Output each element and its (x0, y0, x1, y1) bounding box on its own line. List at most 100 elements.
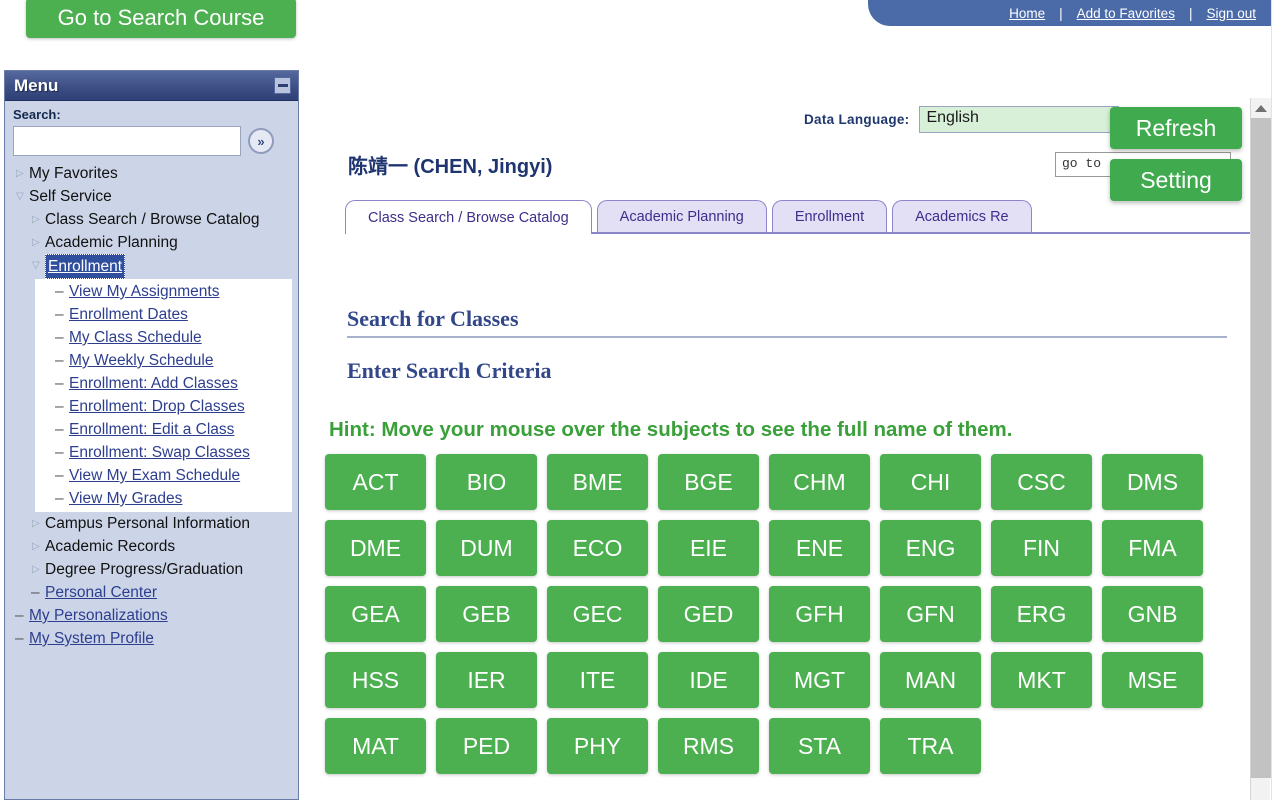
subject-button-eie[interactable]: EIE (658, 520, 759, 576)
chevron-right-icon[interactable]: ▷ (31, 231, 45, 254)
subject-button-mse[interactable]: MSE (1102, 652, 1203, 708)
tab-academic-planning[interactable]: Academic Planning (597, 200, 767, 232)
tree-item-degree-progress-graduation[interactable]: ▷ Degree Progress/Graduation (13, 558, 294, 581)
subject-button-csc[interactable]: CSC (991, 454, 1092, 510)
tree-leaf-view-my-grades[interactable]: – View My Grades (35, 487, 292, 510)
subject-button-gfn[interactable]: GFN (880, 586, 981, 642)
add-to-favorites-link[interactable]: Add to Favorites (1063, 6, 1189, 21)
tree-item-campus-personal-information[interactable]: ▷ Campus Personal Information (13, 512, 294, 535)
subject-button-gec[interactable]: GEC (547, 586, 648, 642)
subject-button-erg[interactable]: ERG (991, 586, 1092, 642)
subject-button-ene[interactable]: ENE (769, 520, 870, 576)
subject-button-chi[interactable]: CHI (880, 454, 981, 510)
tree-leaf-view-my-exam-schedule[interactable]: – View My Exam Schedule (35, 464, 292, 487)
subject-button-ped[interactable]: PED (436, 718, 537, 774)
chevron-right-icon[interactable]: ▷ (15, 162, 29, 185)
tree-leaf-label[interactable]: Enrollment: Drop Classes (69, 395, 245, 418)
subject-button-act[interactable]: ACT (325, 454, 426, 510)
double-chevron-right-icon[interactable]: » (248, 128, 274, 154)
tree-leaf-label[interactable]: Enrollment: Add Classes (69, 372, 238, 395)
tree-item-label[interactable]: My System Profile (29, 627, 154, 650)
tree-item-my-favorites[interactable]: ▷ My Favorites (13, 162, 294, 185)
subject-button-fin[interactable]: FIN (991, 520, 1092, 576)
subject-button-bio[interactable]: BIO (436, 454, 537, 510)
tree-item-label[interactable]: My Personalizations (29, 604, 168, 627)
tree-leaf-label[interactable]: Enrollment: Edit a Class (69, 418, 234, 441)
triangle-up-icon[interactable] (1251, 98, 1271, 118)
subject-button-gea[interactable]: GEA (325, 586, 426, 642)
sign-out-link[interactable]: Sign out (1192, 6, 1270, 21)
tree-leaf-my-weekly-schedule[interactable]: – My Weekly Schedule (35, 349, 292, 372)
tree-leaf-label[interactable]: View My Exam Schedule (69, 464, 240, 487)
subject-button-dme[interactable]: DME (325, 520, 426, 576)
chevron-right-icon[interactable]: ▷ (31, 208, 45, 231)
tree-leaf-label[interactable]: Enrollment: Swap Classes (69, 441, 250, 464)
subject-button-ide[interactable]: IDE (658, 652, 759, 708)
tab-academics-records[interactable]: Academics Re (892, 200, 1031, 232)
tree-leaf-enrollment-dates[interactable]: – Enrollment Dates (35, 303, 292, 326)
tree-leaf-enrollment-drop-classes[interactable]: – Enrollment: Drop Classes (35, 395, 292, 418)
tree-item-label[interactable]: Personal Center (45, 581, 157, 604)
refresh-button[interactable]: Refresh (1110, 107, 1242, 149)
tab-enrollment[interactable]: Enrollment (772, 200, 887, 232)
tree-leaf-label[interactable]: My Weekly Schedule (69, 349, 213, 372)
tree-leaf-label[interactable]: View My Grades (69, 487, 182, 510)
subject-button-bme[interactable]: BME (547, 454, 648, 510)
chevron-down-icon[interactable]: ▽ (31, 254, 45, 277)
subject-button-tra[interactable]: TRA (880, 718, 981, 774)
chevron-right-icon[interactable]: ▷ (31, 558, 45, 581)
subject-button-gfh[interactable]: GFH (769, 586, 870, 642)
subject-button-dms[interactable]: DMS (1102, 454, 1203, 510)
data-language-select[interactable]: English (919, 106, 1119, 133)
tree-item-enrollment[interactable]: ▽ Enrollment (13, 254, 294, 279)
tree-item-my-system-profile[interactable]: – My System Profile (13, 627, 294, 650)
tree-item-my-personalizations[interactable]: – My Personalizations (13, 604, 294, 627)
subject-button-gnb[interactable]: GNB (1102, 586, 1203, 642)
tree-item-self-service[interactable]: ▽ Self Service (13, 185, 294, 208)
minus-icon[interactable] (274, 77, 291, 94)
subject-button-rms[interactable]: RMS (658, 718, 759, 774)
subject-button-ier[interactable]: IER (436, 652, 537, 708)
scrollbar-thumb[interactable] (1251, 118, 1271, 778)
tree-leaf-my-class-schedule[interactable]: – My Class Schedule (35, 326, 292, 349)
tree-leaf-view-my-assignments[interactable]: – View My Assignments (35, 280, 292, 303)
tree-item-academic-planning[interactable]: ▷ Academic Planning (13, 231, 294, 254)
subject-button-mat[interactable]: MAT (325, 718, 426, 774)
tree-leaf-label[interactable]: Enrollment Dates (69, 303, 188, 326)
setting-button[interactable]: Setting (1110, 159, 1242, 201)
tree-item-class-search-browse-catalog[interactable]: ▷ Class Search / Browse Catalog (13, 208, 294, 231)
subject-button-bge[interactable]: BGE (658, 454, 759, 510)
go-to-search-course-button[interactable]: Go to Search Course (26, 0, 296, 38)
chevron-right-icon[interactable]: ▷ (31, 535, 45, 558)
subject-button-geb[interactable]: GEB (436, 586, 537, 642)
tab-class-search-browse-catalog[interactable]: Class Search / Browse Catalog (345, 200, 592, 234)
subject-button-chm[interactable]: CHM (769, 454, 870, 510)
tree-leaf-enrollment-add-classes[interactable]: – Enrollment: Add Classes (35, 372, 292, 395)
subject-button-phy[interactable]: PHY (547, 718, 648, 774)
page-title: Search for Classes (347, 306, 1227, 338)
subject-button-fma[interactable]: FMA (1102, 520, 1203, 576)
vertical-scrollbar[interactable] (1250, 98, 1270, 800)
chevron-down-icon[interactable]: ▽ (15, 185, 29, 208)
tree-leaf-label[interactable]: View My Assignments (69, 280, 219, 303)
subject-button-eng[interactable]: ENG (880, 520, 981, 576)
home-link[interactable]: Home (995, 6, 1059, 21)
dash-icon: – (15, 627, 29, 650)
subject-button-ite[interactable]: ITE (547, 652, 648, 708)
subject-button-eco[interactable]: ECO (547, 520, 648, 576)
subject-button-dum[interactable]: DUM (436, 520, 537, 576)
menu-search-input[interactable] (13, 126, 241, 156)
tree-leaf-label[interactable]: My Class Schedule (69, 326, 202, 349)
tree-leaf-enrollment-edit-a-class[interactable]: – Enrollment: Edit a Class (35, 418, 292, 441)
tree-leaf-enrollment-swap-classes[interactable]: – Enrollment: Swap Classes (35, 441, 292, 464)
subject-button-mkt[interactable]: MKT (991, 652, 1092, 708)
subject-button-man[interactable]: MAN (880, 652, 981, 708)
tree-item-personal-center[interactable]: – Personal Center (13, 581, 294, 604)
section-subtitle: Enter Search Criteria (347, 358, 551, 384)
tree-item-academic-records[interactable]: ▷ Academic Records (13, 535, 294, 558)
subject-button-hss[interactable]: HSS (325, 652, 426, 708)
subject-button-sta[interactable]: STA (769, 718, 870, 774)
subject-button-ged[interactable]: GED (658, 586, 759, 642)
chevron-right-icon[interactable]: ▷ (31, 512, 45, 535)
subject-button-mgt[interactable]: MGT (769, 652, 870, 708)
